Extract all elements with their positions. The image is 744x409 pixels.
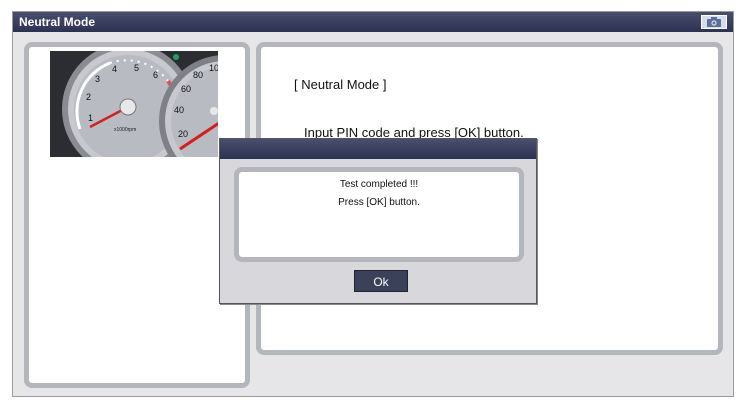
dialog-message-panel: Test completed !!! Press [OK] button. — [234, 167, 524, 262]
page-title: [ Neutral Mode ] — [294, 77, 387, 92]
tach-label-2: 2 — [86, 92, 91, 102]
dialog-message-line2: Press [OK] button. — [338, 197, 420, 208]
speed-label-20: 20 — [178, 129, 188, 139]
speed-label-80: 80 — [193, 70, 203, 80]
tach-label-4: 4 — [112, 64, 117, 74]
speed-label-40: 40 — [174, 105, 184, 115]
tach-label-6: 6 — [153, 70, 158, 80]
camera-icon[interactable] — [701, 15, 727, 29]
left-panel: 1 2 3 4 5 6 x1000rpm 20 40 60 80 100 — [24, 42, 250, 388]
tach-label-5: 5 — [134, 63, 139, 73]
test-completed-dialog: Test completed !!! Press [OK] button. Ok — [219, 138, 537, 304]
tach-label-1: 1 — [88, 113, 93, 123]
tach-label-3: 3 — [95, 74, 100, 84]
tach-unit-label: x1000rpm — [114, 127, 136, 133]
dialog-titlebar — [220, 139, 536, 159]
speed-label-100: 100 — [209, 63, 218, 73]
speed-label-60: 60 — [181, 84, 191, 94]
window-titlebar: Neutral Mode — [13, 12, 733, 32]
ok-button[interactable]: Ok — [354, 270, 408, 292]
dialog-message-line1: Test completed !!! — [339, 179, 419, 190]
instrument-cluster-image: 1 2 3 4 5 6 x1000rpm 20 40 60 80 100 — [50, 51, 218, 157]
window-title: Neutral Mode — [19, 15, 96, 29]
